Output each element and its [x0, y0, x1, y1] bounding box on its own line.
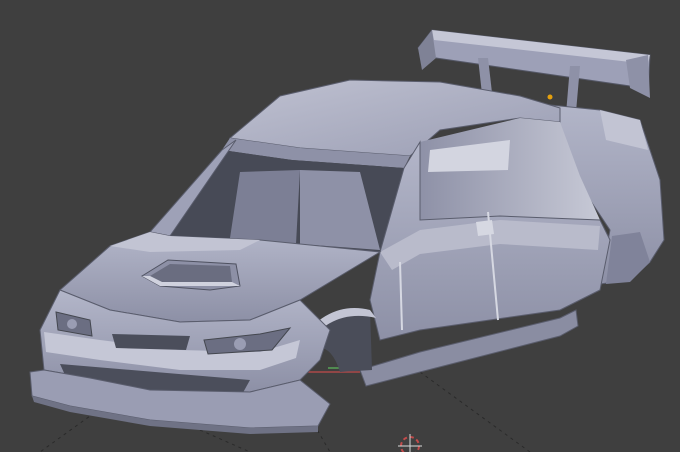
front-grille	[112, 334, 190, 350]
object-origin-icon[interactable]	[547, 94, 553, 100]
3d-cursor-icon[interactable]	[398, 434, 422, 452]
3d-viewport[interactable]	[0, 0, 680, 452]
